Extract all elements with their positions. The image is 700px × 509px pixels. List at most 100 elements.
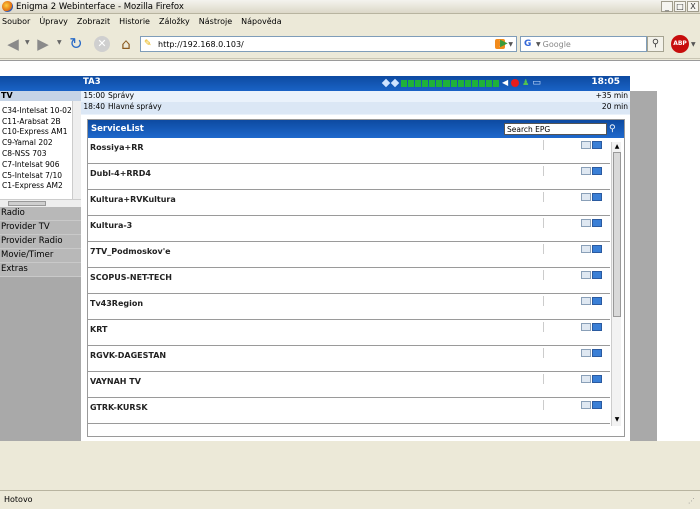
reload-icon[interactable]: ↻ (66, 34, 86, 54)
service-row[interactable]: RGVK-DAGESTAN (88, 346, 610, 372)
zap-tv-icon[interactable] (592, 193, 602, 201)
satellite-item[interactable]: C10-Express AM1 (0, 127, 72, 138)
menu-soubor[interactable]: Soubor (2, 17, 30, 26)
sidebar-item-provider-tv[interactable]: Provider TV (0, 221, 81, 235)
sidebar-item-radio[interactable]: Radio (0, 207, 81, 221)
service-name[interactable]: 7TV_Podmoskov'e (90, 247, 171, 256)
scroll-down-icon[interactable]: ▼ (613, 416, 621, 424)
sidebar-item-extras[interactable]: Extras (0, 263, 81, 277)
zap-tv-icon[interactable] (592, 323, 602, 331)
service-name[interactable]: SCOPUS-NET-TECH (90, 273, 172, 282)
epg-next-row[interactable]: 18:40 Hlavné správy 20 min (81, 102, 630, 114)
menu-zalozky[interactable]: Záložky (159, 17, 190, 26)
service-name[interactable]: RGVK-DAGESTAN (90, 351, 166, 360)
epg-icon[interactable] (581, 245, 591, 253)
engine-dropdown-icon[interactable]: ▼ (536, 41, 541, 48)
zap-tv-icon[interactable] (592, 401, 602, 409)
service-name[interactable]: Dubl-4+RRD4 (90, 169, 151, 178)
record-icon[interactable] (511, 79, 520, 87)
satellite-item[interactable]: C1-Express AM2 (0, 181, 72, 192)
menu-zobrazit[interactable]: Zobrazit (77, 17, 110, 26)
service-name[interactable]: KRT (90, 325, 107, 334)
service-row[interactable]: SCOPUS-NET-TECH (88, 268, 610, 294)
satellite-item[interactable]: C8-NSS 703 (0, 149, 72, 160)
zap-tv-icon[interactable] (592, 297, 602, 305)
adblock-plus-icon[interactable]: ABP (671, 35, 689, 53)
scroll-up-icon[interactable]: ▲ (613, 143, 621, 151)
forward-arrow-icon[interactable]: ▶ (33, 34, 53, 54)
epg-icon[interactable] (581, 141, 591, 149)
service-name[interactable]: GTRK-KURSK (90, 403, 148, 412)
back-arrow-icon[interactable]: ◀ (3, 34, 23, 54)
zap-tv-icon[interactable] (592, 375, 602, 383)
service-name[interactable]: Kultura-3 (90, 221, 132, 230)
epg-icon[interactable] (581, 349, 591, 357)
service-list-scrollbar[interactable]: ▲ ▼ (611, 142, 621, 426)
menu-upravy[interactable]: Úpravy (39, 17, 68, 26)
zap-tv-icon[interactable] (592, 349, 602, 357)
adblock-dropdown-icon[interactable]: ▼ (691, 41, 696, 48)
service-row[interactable]: Dubl-4+RRD4 (88, 164, 610, 190)
search-magnifier-icon[interactable]: ⚲ (647, 36, 664, 52)
hscroll-thumb[interactable] (8, 201, 46, 206)
service-row[interactable]: Kultura-3 (88, 216, 610, 242)
zap-tv-icon[interactable] (592, 167, 602, 175)
minimize-button[interactable]: _ (661, 1, 673, 12)
epg-icon[interactable] (581, 323, 591, 331)
satellite-item[interactable]: C9-Yamal 202 (0, 138, 72, 149)
home-icon[interactable]: ⌂ (116, 34, 136, 54)
satellite-item[interactable]: C5-Intelsat 7/10 (0, 171, 72, 182)
google-engine-icon[interactable]: G (524, 39, 534, 49)
stop-icon[interactable]: ✕ (94, 36, 110, 52)
sidebar-item-movie-timer[interactable]: Movie/Timer (0, 249, 81, 263)
url-text[interactable]: http://192.168.0.103/ (158, 40, 495, 49)
sidebar-item-provider-radio[interactable]: Provider Radio (0, 235, 81, 249)
service-name[interactable]: Rossiya+RR (90, 143, 144, 152)
service-name[interactable]: VAYNAH TV (90, 377, 141, 386)
service-row[interactable]: Kultura+RVKultura (88, 190, 610, 216)
service-name[interactable]: Tv43Region (90, 299, 143, 308)
user-icon[interactable]: ♟ (522, 79, 529, 87)
epg-search-input[interactable]: Search EPG (504, 123, 607, 135)
epg-icon[interactable] (581, 271, 591, 279)
epg-icon[interactable] (581, 193, 591, 201)
sidebar-tv-header[interactable]: TV (0, 91, 81, 101)
epg-icon[interactable] (581, 167, 591, 175)
epg-search-icon[interactable]: ⚲ (609, 123, 620, 135)
go-arrow-icon[interactable]: ▶ (500, 38, 512, 50)
service-row[interactable]: 7TV_Podmoskov'e (88, 242, 610, 268)
close-button[interactable]: X (687, 1, 699, 12)
epg-icon[interactable] (581, 401, 591, 409)
epg-icon[interactable] (581, 375, 591, 383)
satellite-list-scrollbar[interactable] (72, 101, 81, 199)
service-row[interactable]: Tv43Region (88, 294, 610, 320)
satellite-hscrollbar[interactable] (0, 199, 81, 207)
menu-nastroje[interactable]: Nástroje (199, 17, 232, 26)
zap-tv-icon[interactable] (592, 219, 602, 227)
service-row[interactable]: Rossiya+RR (88, 138, 610, 164)
zap-tv-icon[interactable] (592, 245, 602, 253)
resize-grip-icon[interactable]: ⋰ (688, 497, 698, 507)
zap-tv-icon[interactable] (592, 141, 602, 149)
url-bar[interactable]: ✎ http://192.168.0.103/ ) ▼ (140, 36, 517, 52)
maximize-button[interactable]: □ (674, 1, 686, 12)
zap-tv-icon[interactable] (592, 271, 602, 279)
satellite-item[interactable]: C11-Arabsat 2B (0, 117, 72, 128)
satellite-item[interactable]: C7-Intelsat 906 (0, 160, 72, 171)
epg-icon[interactable] (581, 219, 591, 227)
volume-speaker-icon[interactable]: ◀ (502, 79, 508, 87)
monitor-icon[interactable]: ▭ (532, 79, 541, 88)
service-row[interactable]: VAYNAH TV (88, 372, 610, 398)
service-row[interactable]: KRT (88, 320, 610, 346)
service-row[interactable]: GTRK-KURSK (88, 398, 610, 424)
menu-napoveda[interactable]: Nápověda (241, 17, 282, 26)
back-dropdown-icon[interactable]: ▼ (25, 39, 30, 46)
service-name[interactable]: Kultura+RVKultura (90, 195, 176, 204)
scroll-thumb[interactable] (613, 152, 621, 317)
forward-dropdown-icon[interactable]: ▼ (57, 39, 62, 46)
satellite-list[interactable]: C34-Intelsat 10-02 C11-Arabsat 2B C10-Ex… (0, 101, 81, 199)
search-input[interactable]: G ▼ Google (520, 36, 647, 52)
epg-icon[interactable] (581, 297, 591, 305)
menu-historie[interactable]: Historie (119, 17, 150, 26)
satellite-item[interactable]: C34-Intelsat 10-02 (0, 106, 72, 117)
